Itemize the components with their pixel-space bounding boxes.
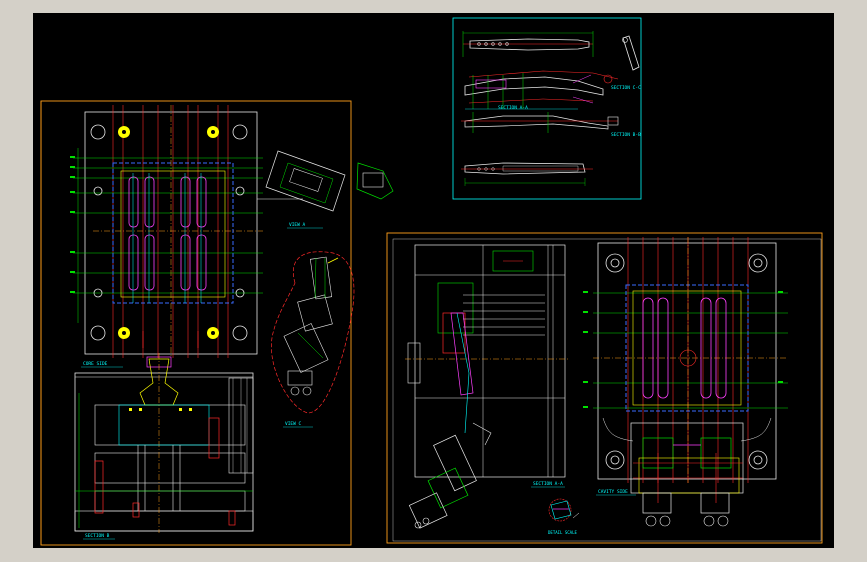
cad-drawing-viewport[interactable]: SECTION A-A SECTION C-C SECTION B-B CORE… [33,13,834,548]
right-detail-label: DETAIL SCALE [548,530,577,535]
left-core-view-title: CORE SIDE [83,361,108,367]
handle-bottom-view [461,162,593,186]
section-cc-label: SECTION C-C [611,85,641,91]
handle-curved-profile: SECTION A-A SECTION C-C [464,70,641,111]
section-aa-label: SECTION A-A [498,105,528,111]
left-assembly-sheet: CORE SIDE VIEW A VIEW C SECTION B [40,100,394,546]
left-section-view-label: SECTION B [85,533,110,539]
right-cavity-view-title: CAVITY SIDE [598,489,628,495]
right-cavity-plan-view: CAVITY SIDE [583,237,788,496]
handle-side-profile: SECTION B-B [461,112,641,138]
left-section-view: SECTION B [74,353,254,540]
left-angled-detail: VIEW C [271,251,355,428]
left-angled-detail-label: VIEW C [285,421,302,427]
right-section-view: SECTION A-A [405,244,568,529]
right-small-detail: DETAIL SCALE [548,498,580,535]
right-assembly-sheet: SECTION A-A DETAIL SCALE CAVITY SIDE [386,232,823,544]
right-section-view-label: SECTION A-A [533,481,563,487]
mold-assembly-drawing: SECTION A-A SECTION C-C SECTION B-B CORE… [40,17,823,546]
angled-lifter [408,312,492,529]
handle-plan-view [462,31,640,71]
left-slider-view: VIEW A [265,150,394,229]
left-core-plan-view: CORE SIDE [70,105,303,368]
part-detail-sheet: SECTION A-A SECTION C-C SECTION B-B [452,17,642,200]
section-bb-label: SECTION B-B [611,132,641,138]
right-slider-assembly [630,422,744,527]
left-slider-view-label: VIEW A [289,222,306,228]
